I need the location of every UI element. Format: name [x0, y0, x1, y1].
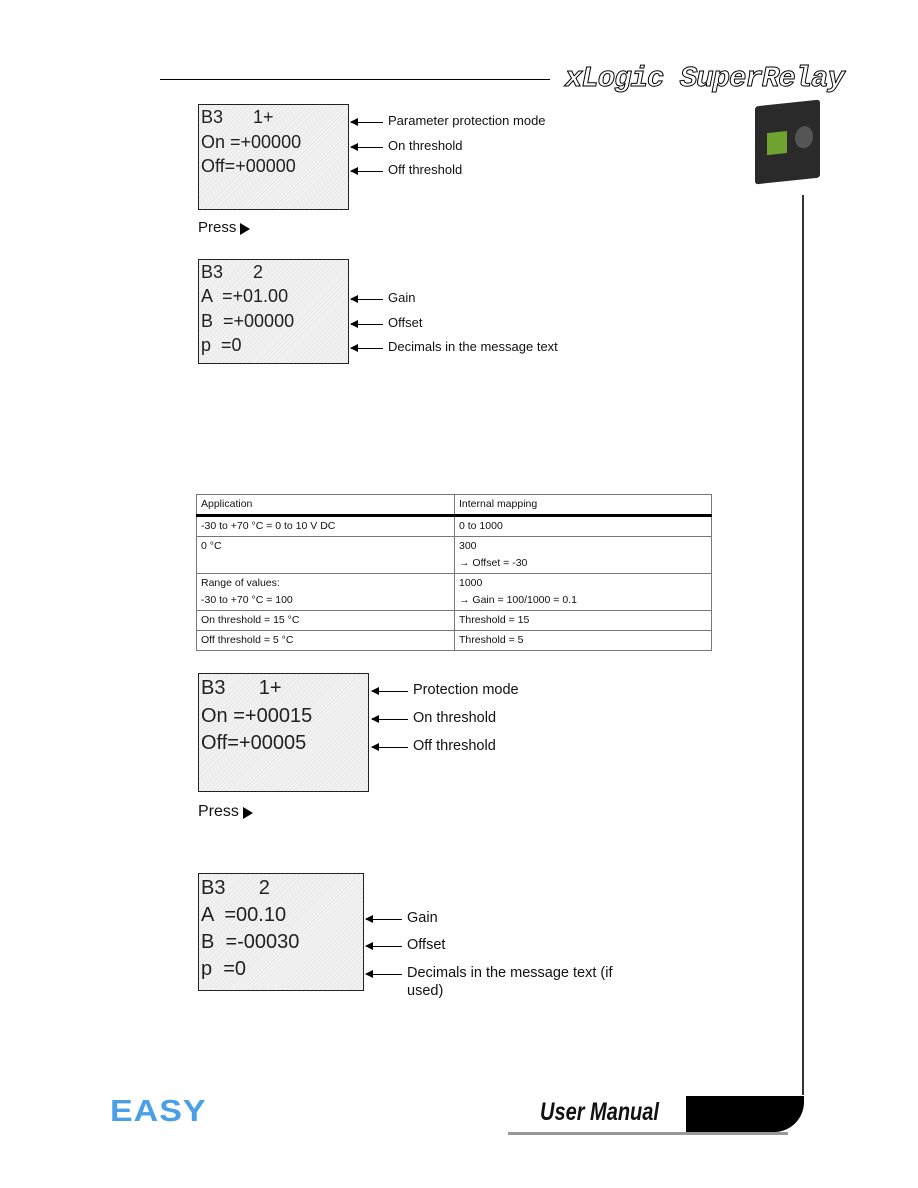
callout-label: Parameter protection mode [388, 113, 546, 128]
cell-line: → Gain = 100/1000 = 0.1 [459, 594, 577, 606]
footer-rule [508, 1132, 788, 1135]
lcd-line: B =-00030 [201, 931, 300, 953]
table-header: Internal mapping [454, 494, 712, 517]
lcd-line: Off=+00000 [201, 156, 296, 176]
callout-label: Decimals in the message text (if [407, 965, 613, 981]
callout-label: used) [407, 983, 444, 999]
lcd-line: On =+00015 [201, 705, 313, 727]
arrow-icon [371, 743, 408, 751]
lcd-line: A =+01.00 [201, 286, 289, 306]
callout-label: Off threshold [413, 738, 496, 754]
arrow-icon [365, 970, 402, 978]
device-image [755, 99, 820, 185]
lcd-screen-4: B3 2 A =00.10 B =-00030 p =0 [198, 873, 364, 991]
press-label: Press [198, 803, 239, 820]
lcd-line: p =0 [201, 335, 242, 355]
arrow-icon [350, 344, 383, 352]
lcd-line: p =0 [201, 958, 247, 980]
arrow-icon [350, 143, 383, 151]
right-arrow-key-icon [240, 223, 251, 235]
callout-label: Offset [388, 315, 423, 330]
manual-page: xLogic SuperRelay B3 1+ On =+00000 Off=+… [0, 0, 918, 1188]
lcd-line: B3 2 [201, 262, 264, 282]
table-cell: Off threshold = 5 °C [196, 630, 455, 651]
lcd-screen-1: B3 1+ On =+00000 Off=+00000 [198, 104, 349, 210]
lcd-screen-2: B3 2 A =+01.00 B =+00000 p =0 [198, 259, 349, 364]
arrow-icon [350, 320, 383, 328]
brand-title: xLogic SuperRelay [565, 62, 846, 96]
press-instruction: Press [198, 803, 253, 821]
margin-rule [802, 195, 804, 1095]
lcd-screen-3: B3 1+ On =+00015 Off=+00005 [198, 673, 369, 792]
table-cell: 0 to 1000 [454, 515, 712, 537]
table-header: Application [196, 494, 455, 517]
callout-label: Gain [407, 910, 438, 926]
header-rule [160, 79, 550, 80]
lcd-line: A =00.10 [201, 904, 287, 926]
arrow-icon [350, 167, 383, 175]
callout-label: On threshold [388, 138, 463, 153]
cell-line: 300 [459, 540, 477, 552]
table-cell: -30 to +70 °C = 0 to 10 V DC [196, 515, 455, 537]
callout-label: Decimals in the message text [388, 339, 558, 354]
table-row: Off threshold = 5 °C Threshold = 5 [196, 630, 712, 651]
lcd-line: B =+00000 [201, 311, 295, 331]
right-arrow-key-icon [242, 807, 253, 819]
lcd-line: B3 1+ [201, 677, 282, 699]
table-cell: 0 °C [196, 536, 455, 574]
easy-logo: EASY [110, 1093, 207, 1129]
arrow-icon [371, 715, 408, 723]
table-cell: 1000 → Gain = 100/1000 = 0.1 [454, 573, 712, 611]
press-instruction: Press [198, 219, 251, 236]
lcd-line: On =+00000 [201, 132, 302, 152]
table-cell: Range of values: -30 to +70 °C = 100 [196, 573, 455, 611]
table-cell: 300 → Offset = -30 [454, 536, 712, 574]
cell-line: 1000 [459, 577, 483, 589]
callout-label: Offset [407, 937, 446, 953]
callout-label: Off threshold [388, 162, 463, 177]
arrow-icon [350, 295, 383, 303]
table-row: -30 to +70 °C = 0 to 10 V DC 0 to 1000 [196, 515, 712, 537]
table-cell: On threshold = 15 °C [196, 610, 455, 631]
user-manual-label: User Manual [540, 1098, 659, 1126]
arrow-icon [365, 915, 402, 923]
mapping-table: Application Internal mapping -30 to +70 °… [196, 494, 712, 651]
table-cell: Threshold = 15 [454, 610, 712, 631]
table-row: Range of values: -30 to +70 °C = 100 1000 →… [196, 573, 712, 611]
table-row: On threshold = 15 °C Threshold = 15 [196, 610, 712, 631]
cell-line: → Offset = -30 [459, 557, 528, 569]
callout-label: Gain [388, 290, 416, 305]
cell-line: Range of values: [201, 577, 280, 589]
footer-bar [686, 1096, 804, 1132]
lcd-line: B3 1+ [201, 107, 274, 127]
arrow-icon [350, 118, 383, 126]
cell-line: -30 to +70 °C = 100 [201, 594, 293, 606]
lcd-line: Off=+00005 [201, 732, 307, 754]
callout-label: Protection mode [413, 682, 519, 698]
callout-label: On threshold [413, 710, 497, 726]
press-label: Press [198, 219, 237, 236]
table-cell: Threshold = 5 [454, 630, 712, 651]
arrow-icon [365, 942, 402, 950]
table-row: 0 °C 300 → Offset = -30 [196, 536, 712, 574]
arrow-icon [371, 687, 408, 695]
lcd-line: B3 2 [201, 877, 270, 899]
